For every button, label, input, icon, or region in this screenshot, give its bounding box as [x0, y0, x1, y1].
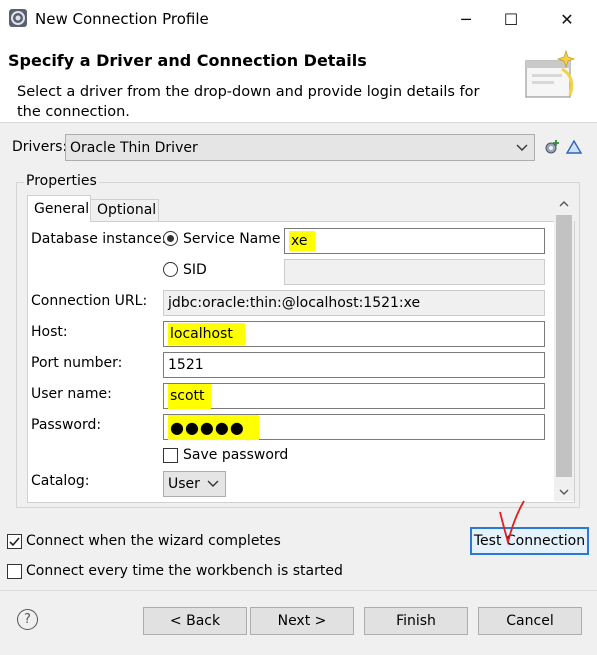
service-name-label: Service Name	[183, 231, 281, 247]
catalog-dropdown[interactable]: User	[163, 471, 226, 497]
sid-radio[interactable]	[163, 262, 178, 277]
service-name-radio[interactable]	[163, 231, 178, 246]
tab-optional-label: Optional	[97, 202, 157, 218]
scroll-thumb[interactable]	[556, 215, 572, 477]
page-description: Select a driver from the drop-down and p…	[17, 84, 480, 120]
drivers-selected-value: Oracle Thin Driver	[70, 139, 198, 156]
sid-input[interactable]	[284, 259, 545, 285]
connect-every-time-checkbox[interactable]	[7, 564, 22, 579]
connect-when-wizard-completes-checkbox[interactable]	[7, 534, 22, 549]
host-value: localhost	[168, 323, 245, 345]
new-driver-icon[interactable]	[544, 139, 560, 155]
app-icon	[9, 9, 27, 27]
port-number-input[interactable]: 1521	[163, 352, 545, 378]
user-name-label: User name:	[31, 386, 112, 402]
next-button[interactable]: Next >	[250, 607, 354, 635]
database-instance-label: Database instance:	[31, 231, 167, 247]
host-input[interactable]: localhost	[163, 321, 545, 347]
properties-group-label: Properties	[24, 173, 99, 189]
chevron-down-icon	[516, 144, 528, 151]
footer-separator	[0, 590, 597, 591]
drivers-label: Drivers:	[12, 139, 68, 155]
connect-when-wizard-completes-label: Connect when the wizard completes	[26, 533, 281, 549]
back-button[interactable]: < Back	[143, 607, 247, 635]
user-name-value: scott	[168, 383, 211, 409]
connection-url-value: jdbc:oracle:thin:@localhost:1521:xe	[168, 295, 421, 311]
host-label: Host:	[31, 324, 68, 340]
tab-general-label: General	[34, 201, 90, 217]
sid-label: SID	[183, 262, 207, 278]
save-password-label: Save password	[183, 447, 289, 463]
user-name-input[interactable]: scott	[163, 383, 545, 409]
catalog-label: Catalog:	[31, 473, 90, 489]
catalog-selected-value: User	[168, 476, 200, 492]
close-button[interactable]: ✕	[544, 0, 590, 39]
chevron-down-icon	[559, 489, 569, 495]
chevron-down-icon	[207, 480, 219, 487]
page-title: Specify a Driver and Connection Details	[8, 51, 367, 70]
password-input[interactable]: ●●●●●	[163, 414, 545, 440]
service-name-value: xe	[289, 231, 316, 251]
checkmark-icon	[9, 537, 20, 547]
tab-optional[interactable]: Optional	[91, 199, 159, 222]
test-connection-button[interactable]: Test Connection	[470, 527, 589, 555]
password-label: Password:	[31, 417, 102, 433]
drivers-dropdown[interactable]: Oracle Thin Driver	[65, 134, 535, 161]
window-title: New Connection Profile	[35, 10, 209, 28]
maximize-button[interactable]: ☐	[488, 0, 534, 39]
edit-driver-icon[interactable]	[566, 139, 582, 155]
wizard-header: Specify a Driver and Connection Details …	[0, 39, 597, 123]
connect-every-time-label: Connect every time the workbench is star…	[26, 563, 343, 579]
port-number-value: 1521	[168, 357, 204, 373]
properties-scrollbar[interactable]	[554, 195, 574, 501]
connection-url-label: Connection URL:	[31, 293, 148, 309]
minimize-button[interactable]: ─	[443, 0, 489, 39]
port-number-label: Port number:	[31, 355, 123, 371]
tab-general[interactable]: General	[27, 195, 91, 222]
scroll-down-button[interactable]	[554, 483, 574, 501]
help-button[interactable]: ?	[17, 609, 38, 630]
title-bar: New Connection Profile ─ ☐ ✕	[0, 0, 597, 39]
cancel-button[interactable]: Cancel	[478, 607, 582, 635]
wizard-banner-icon	[525, 49, 576, 98]
save-password-checkbox[interactable]	[163, 448, 178, 463]
password-value: ●●●●●	[168, 414, 259, 440]
scroll-up-button[interactable]	[554, 195, 574, 213]
service-name-input[interactable]: xe	[284, 228, 545, 254]
chevron-up-icon	[559, 201, 569, 207]
connection-url-field: jdbc:oracle:thin:@localhost:1521:xe	[163, 290, 545, 316]
finish-button[interactable]: Finish	[364, 607, 468, 635]
